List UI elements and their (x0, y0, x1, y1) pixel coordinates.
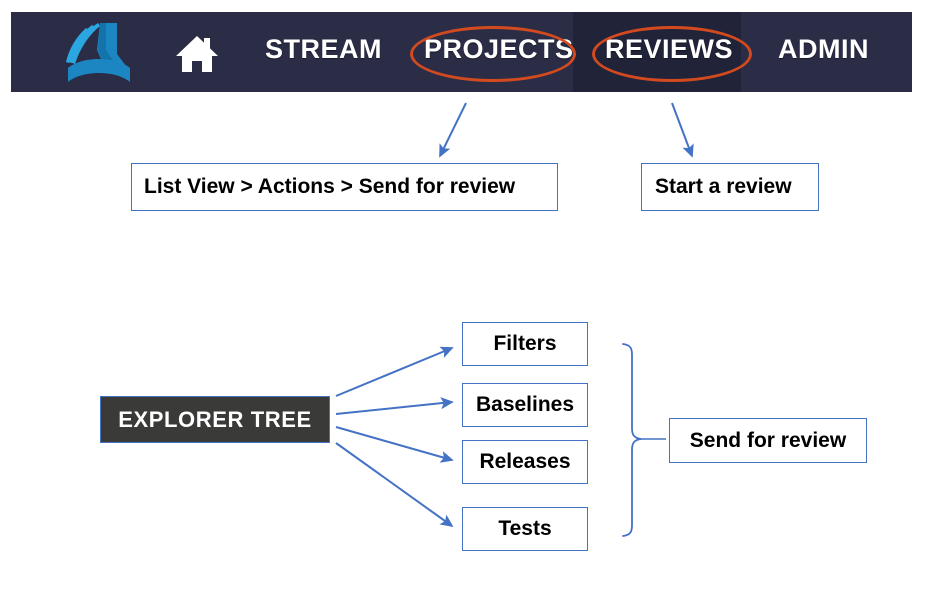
arrow-reviews-to-callout (671, 102, 694, 158)
explorer-tree-label: EXPLORER TREE (118, 406, 312, 432)
tree-item-filters: Filters (462, 322, 588, 366)
callout-start-a-review: Start a review (641, 163, 819, 211)
diagram-canvas: STREAM PROJECTS REVIEWS ADMIN List View … (0, 0, 930, 592)
delta-logo-icon[interactable] (62, 20, 136, 86)
arrow-explorer-to-tests (335, 442, 454, 528)
arrow-explorer-to-releases (335, 426, 454, 463)
tree-item-filters-label: Filters (493, 332, 557, 355)
tree-item-baselines-label: Baselines (475, 393, 575, 416)
callout-list-view-label: List View > Actions > Send for review (144, 175, 516, 198)
highlight-ellipse-reviews (592, 26, 752, 82)
arrow-explorer-to-filters (335, 346, 454, 397)
arrow-projects-to-callout (439, 102, 467, 158)
tree-item-tests: Tests (462, 507, 588, 551)
tree-item-releases-label: Releases (479, 450, 571, 473)
tree-item-baselines: Baselines (462, 383, 588, 427)
home-icon[interactable] (174, 32, 220, 76)
nav-item-admin[interactable]: ADMIN (778, 34, 869, 65)
tree-item-releases: Releases (462, 440, 588, 484)
grouping-brace (622, 343, 666, 537)
callout-list-view-actions: List View > Actions > Send for review (131, 163, 558, 211)
nav-item-stream[interactable]: STREAM (265, 34, 382, 65)
tree-item-tests-label: Tests (498, 517, 552, 540)
explorer-tree-node: EXPLORER TREE (100, 396, 330, 443)
callout-start-review-label: Start a review (655, 175, 792, 198)
send-for-review-label: Send for review (689, 428, 847, 452)
highlight-ellipse-projects (410, 26, 576, 82)
arrow-explorer-to-baselines (335, 397, 454, 415)
send-for-review-node: Send for review (669, 418, 867, 463)
